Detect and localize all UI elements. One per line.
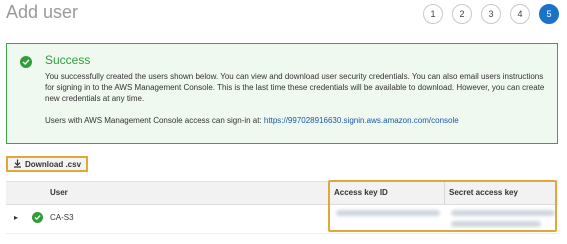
success-check-icon [20, 56, 32, 68]
step-1[interactable]: 1 [423, 4, 443, 24]
success-alert: Success You successfully created the use… [6, 43, 558, 144]
signin-url-link[interactable]: https://997028916630.signin.aws.amazon.c… [264, 116, 459, 125]
expand-arrow-icon[interactable]: ▸ [14, 213, 18, 222]
credentials-highlight [328, 180, 557, 232]
signin-line: Users with AWS Management Console access… [45, 116, 459, 125]
step-3[interactable]: 3 [481, 4, 501, 24]
column-user[interactable]: User [50, 188, 68, 197]
download-csv-button[interactable]: Download .csv [6, 156, 88, 172]
step-indicator: 1 2 3 4 5 [423, 4, 559, 24]
signin-prefix: Users with AWS Management Console access… [45, 116, 262, 125]
user-name-cell: CA-S3 [50, 213, 74, 222]
step-5-current[interactable]: 5 [539, 4, 559, 24]
success-title: Success [45, 53, 91, 67]
step-2[interactable]: 2 [452, 4, 472, 24]
download-icon [13, 159, 22, 170]
success-check-icon [32, 212, 43, 223]
step-4[interactable]: 4 [510, 4, 530, 24]
download-label: Download .csv [25, 159, 82, 169]
page-title: Add user [6, 2, 79, 22]
success-message: You successfully created the users shown… [45, 72, 545, 103]
